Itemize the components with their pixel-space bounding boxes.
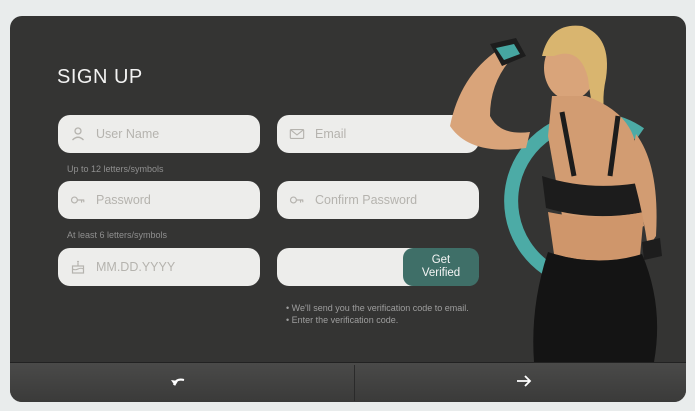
key-icon [70,192,86,208]
glove-right [642,238,662,260]
password-field[interactable]: Password [58,181,260,219]
username-field[interactable]: User Name [58,115,260,153]
birthday-placeholder: MM.DD.YYYY [96,260,176,274]
right-arrow-icon [515,373,533,394]
arm [450,50,530,150]
footer-bar [10,362,686,402]
key-icon [289,192,305,208]
user-icon [70,126,86,142]
back-button[interactable] [10,363,348,402]
signup-panel: SIGN UP User Name Up to 12 letters/symbo… [10,16,686,402]
username-placeholder: User Name [96,127,160,141]
athlete-image [450,25,662,362]
lower-back [548,212,644,261]
cake-icon [70,259,86,275]
mail-icon [289,126,305,142]
password-placeholder: Password [96,193,151,207]
undo-arrow-icon [168,373,190,394]
username-hint: Up to 12 letters/symbols [67,164,164,174]
next-button[interactable] [355,363,686,402]
confirm-password-placeholder: Confirm Password [315,193,418,207]
email-placeholder: Email [315,127,347,141]
leggings [533,252,658,362]
birthday-field[interactable]: MM.DD.YYYY [58,248,260,286]
page-title: SIGN UP [57,66,143,88]
password-hint: At least 6 letters/symbols [67,230,168,240]
